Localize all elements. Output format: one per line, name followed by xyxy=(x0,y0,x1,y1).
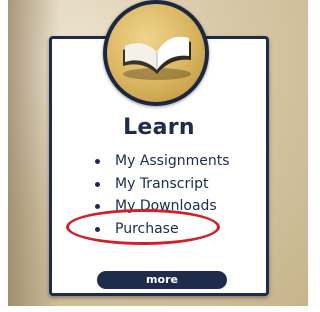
bullet-icon xyxy=(95,204,100,209)
bullet-icon xyxy=(95,226,100,232)
learn-title: Learn xyxy=(123,115,195,140)
more-button[interactable]: more xyxy=(97,271,227,289)
menu-item-label[interactable]: My Transcript xyxy=(115,176,209,192)
menu-item-my-downloads[interactable]: My Downloads xyxy=(95,195,230,218)
menu-item-label[interactable]: My Assignments xyxy=(115,153,230,169)
menu-item-my-assignments[interactable]: My Assignments xyxy=(95,150,230,173)
menu-item-label[interactable]: Purchase xyxy=(115,221,179,237)
menu-item-purchase[interactable]: Purchase xyxy=(95,218,230,241)
menu-item-my-transcript[interactable]: My Transcript xyxy=(95,173,230,196)
bullet-icon xyxy=(95,159,100,164)
stage: Learn My Assignments My Transcript My Do… xyxy=(0,0,308,312)
open-book-icon xyxy=(103,0,209,106)
bullet-icon xyxy=(95,181,100,187)
menu-item-label[interactable]: My Downloads xyxy=(115,198,217,214)
learn-menu: My Assignments My Transcript My Download… xyxy=(95,150,230,240)
